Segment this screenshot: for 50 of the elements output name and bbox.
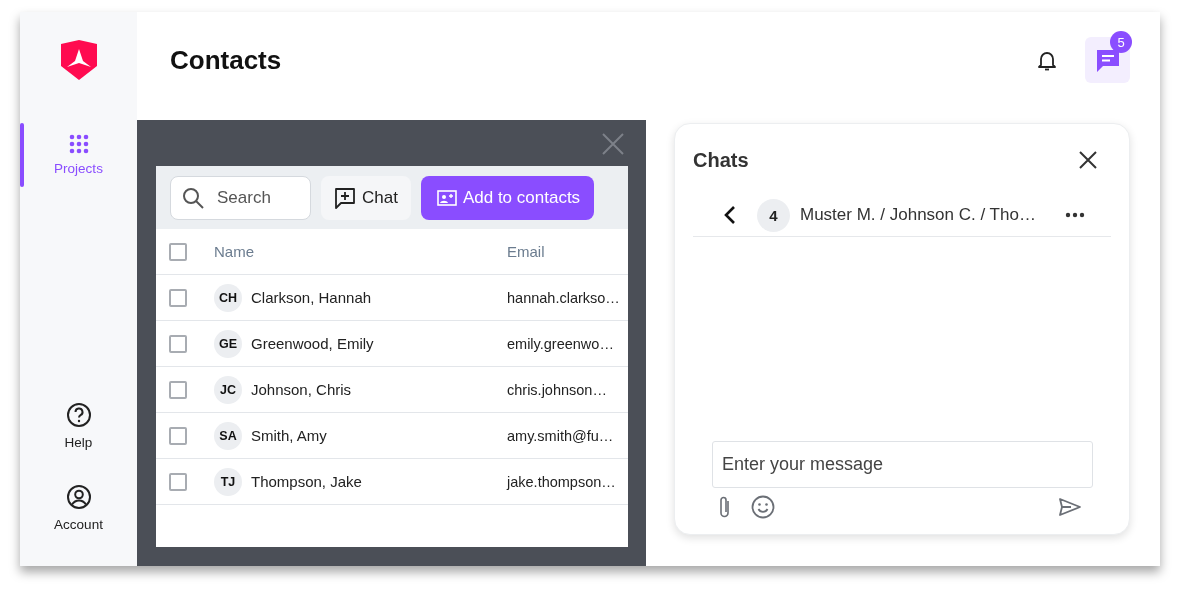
- contact-email: hannah.clarkso…: [507, 289, 620, 306]
- page-title: Contacts: [170, 44, 283, 76]
- participant-count: 4: [757, 198, 790, 232]
- search-icon: [182, 186, 204, 209]
- user-icon: [65, 484, 92, 510]
- chat-add-icon: [334, 186, 356, 209]
- contact-name: Clarkson, Hannah: [251, 289, 372, 306]
- initials-avatar: GE: [214, 329, 242, 358]
- help-icon: [65, 402, 92, 428]
- panel-title: Chats: [693, 148, 749, 172]
- search-field[interactable]: Search: [170, 175, 311, 220]
- row-checkbox[interactable]: [169, 334, 187, 353]
- contact-name: Greenwood, Emily: [251, 335, 374, 352]
- select-all-checkbox[interactable]: [169, 242, 187, 261]
- grid-icon: [68, 134, 89, 154]
- smiley-icon[interactable]: [751, 495, 775, 519]
- contact-name: Johnson, Chris: [251, 381, 352, 398]
- row-checkbox[interactable]: [169, 288, 187, 307]
- row-checkbox[interactable]: [169, 472, 187, 491]
- back-icon[interactable]: [724, 206, 736, 224]
- initials-avatar: TJ: [214, 467, 242, 496]
- contact-name: Thompson, Jake: [251, 473, 362, 490]
- contact-email: chris.johnson…: [507, 381, 607, 398]
- chat-toggle-button[interactable]: 5: [1085, 31, 1132, 83]
- contact-email: emily.greenwo…: [507, 335, 614, 352]
- initials-avatar: SA: [214, 421, 242, 450]
- help-nav-item[interactable]: Help: [20, 392, 137, 460]
- add-to-contacts-button[interactable]: Add to contacts: [420, 175, 595, 220]
- message-input[interactable]: Enter your message: [712, 441, 1093, 488]
- account-nav-item[interactable]: Account: [20, 474, 137, 542]
- initials-avatar: JC: [214, 375, 242, 404]
- contact-name: Smith, Amy: [251, 427, 327, 444]
- column-header[interactable]: Email: [507, 243, 545, 260]
- initials-avatar: CH: [214, 283, 242, 312]
- projects-nav-item[interactable]: Projects: [20, 123, 137, 187]
- paperclip-icon[interactable]: [719, 495, 731, 519]
- chat-bubble-icon: [1095, 47, 1121, 73]
- column-header[interactable]: Name: [214, 243, 507, 260]
- send-icon[interactable]: [1059, 498, 1081, 516]
- contact-card-icon: [436, 189, 457, 206]
- more-icon[interactable]: [1065, 212, 1085, 218]
- unread-badge: 5: [1110, 31, 1132, 53]
- row-checkbox[interactable]: [169, 426, 187, 445]
- shield-logo-icon: [59, 40, 98, 80]
- chat-button[interactable]: Chat: [321, 175, 411, 220]
- conversation-title[interactable]: Muster M. / Johnson C. / Tho…: [800, 205, 1065, 225]
- contact-email: jake.thompson…: [507, 473, 616, 490]
- contact-email: amy.smith@fu…: [507, 427, 614, 444]
- row-checkbox[interactable]: [169, 380, 187, 399]
- close-icon[interactable]: [1079, 151, 1097, 169]
